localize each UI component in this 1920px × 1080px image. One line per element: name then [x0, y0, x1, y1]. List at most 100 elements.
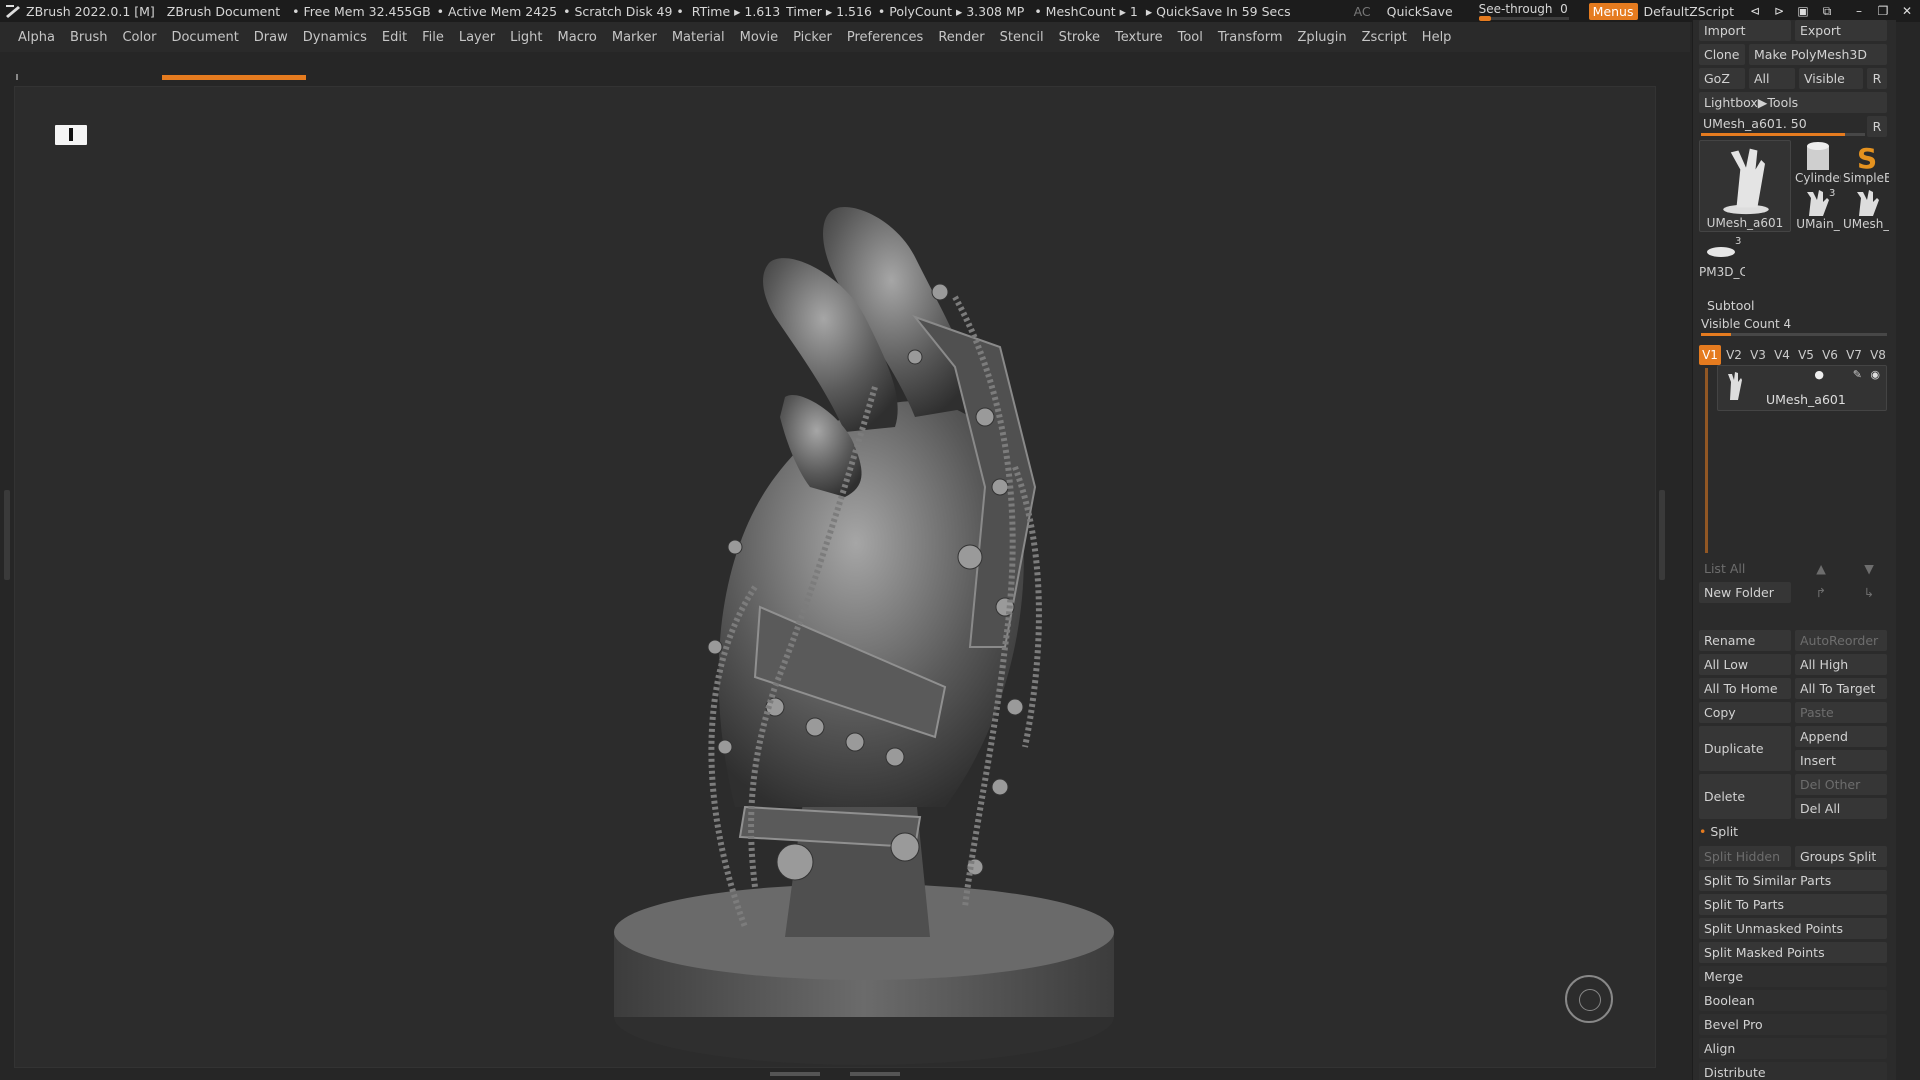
quicksave-button[interactable]: QuickSave	[1387, 4, 1453, 19]
goz-button[interactable]: GoZ	[1699, 68, 1745, 89]
current-tool-slider[interactable]	[1701, 133, 1865, 136]
tool-thumb-simpleb[interactable]: S SimpleB	[1843, 140, 1889, 186]
groups-split-button[interactable]: Groups Split	[1795, 846, 1887, 867]
menu-render[interactable]: Render	[938, 30, 984, 45]
tool-thumb-umesh[interactable]: UMesh_	[1843, 188, 1889, 232]
tab-v7[interactable]: V7	[1843, 345, 1865, 365]
del-other-button[interactable]: Del Other	[1795, 774, 1887, 795]
tab-v8[interactable]: V8	[1867, 345, 1889, 365]
merge-section-button[interactable]: Merge	[1699, 966, 1887, 987]
menu-file[interactable]: File	[422, 30, 444, 45]
tab-v2[interactable]: V2	[1723, 345, 1745, 365]
folder-in-icon[interactable]: ↱	[1811, 582, 1831, 603]
folder-out-icon[interactable]: ↳	[1859, 582, 1879, 603]
import-button[interactable]: Import	[1699, 20, 1791, 41]
distribute-section-button[interactable]: Distribute	[1699, 1062, 1887, 1080]
copy-button[interactable]: Copy	[1699, 702, 1791, 723]
autoreorder-button[interactable]: AutoReorder	[1795, 630, 1887, 651]
bottom-tray-handle[interactable]	[770, 1070, 900, 1078]
document-canvas[interactable]	[14, 86, 1656, 1068]
split-unmasked-button[interactable]: Split Unmasked Points	[1699, 918, 1887, 939]
goz-all-button[interactable]: All	[1749, 68, 1795, 89]
goz-r-button[interactable]: R	[1867, 68, 1887, 89]
insert-button[interactable]: Insert	[1795, 750, 1887, 771]
minimize-icon[interactable]: –	[1852, 4, 1866, 18]
window-layout-icon[interactable]: ▣	[1796, 4, 1810, 18]
list-all-button[interactable]: List All	[1699, 558, 1791, 579]
append-button[interactable]: Append	[1795, 726, 1887, 747]
menu-light[interactable]: Light	[510, 30, 542, 45]
menu-preferences[interactable]: Preferences	[847, 30, 923, 45]
subtool-header[interactable]: Subtool	[1707, 298, 1754, 313]
menu-stencil[interactable]: Stencil	[1000, 30, 1044, 45]
del-all-button[interactable]: Del All	[1795, 798, 1887, 819]
clone-button[interactable]: Clone	[1699, 44, 1745, 65]
tool-thumb-umesh-a601[interactable]: UMesh_a601	[1699, 140, 1791, 232]
align-section-button[interactable]: Align	[1699, 1038, 1887, 1059]
split-to-parts-button[interactable]: Split To Parts	[1699, 894, 1887, 915]
all-to-target-button[interactable]: All To Target	[1795, 678, 1887, 699]
menu-texture[interactable]: Texture	[1115, 30, 1163, 45]
maximize-icon[interactable]: ❐	[1876, 4, 1890, 18]
bevel-pro-section-button[interactable]: Bevel Pro	[1699, 1014, 1887, 1035]
lightbox-tools-button[interactable]: Lightbox▶Tools	[1699, 92, 1887, 113]
window-swap-icon[interactable]: ⧉	[1820, 4, 1834, 18]
all-to-home-button[interactable]: All To Home	[1699, 678, 1791, 699]
layout-right-icon[interactable]: ⊳	[1772, 4, 1786, 18]
tool-thumb-cylinder[interactable]: Cylinder	[1795, 140, 1841, 186]
split-hidden-button[interactable]: Split Hidden	[1699, 846, 1791, 867]
move-down-icon[interactable]: ▼	[1859, 558, 1879, 579]
menu-draw[interactable]: Draw	[254, 30, 288, 45]
menu-movie[interactable]: Movie	[740, 30, 778, 45]
new-folder-button[interactable]: New Folder	[1699, 582, 1791, 603]
split-masked-button[interactable]: Split Masked Points	[1699, 942, 1887, 963]
menu-edit[interactable]: Edit	[382, 30, 407, 45]
menu-document[interactable]: Document	[171, 30, 238, 45]
all-low-button[interactable]: All Low	[1699, 654, 1791, 675]
tab-v6[interactable]: V6	[1819, 345, 1841, 365]
layout-left-icon[interactable]: ⊲	[1748, 4, 1762, 18]
tool-thumb-pm3d[interactable]: 3 PM3D_C	[1699, 236, 1745, 280]
navigation-gizmo-icon[interactable]	[1565, 975, 1613, 1023]
menu-dynamics[interactable]: Dynamics	[303, 30, 367, 45]
boolean-section-button[interactable]: Boolean	[1699, 990, 1887, 1011]
subtool-list-scrollbar[interactable]	[1705, 368, 1708, 553]
brush-edit-icon[interactable]: ✎	[1853, 368, 1862, 381]
ac-toggle[interactable]: AC	[1354, 4, 1371, 19]
menu-brush[interactable]: Brush	[70, 30, 108, 45]
menu-picker[interactable]: Picker	[793, 30, 832, 45]
right-tray-handle[interactable]	[1659, 490, 1665, 580]
menu-color[interactable]: Color	[122, 30, 156, 45]
close-icon[interactable]: ✕	[1900, 4, 1914, 18]
menu-material[interactable]: Material	[672, 30, 725, 45]
visible-count-slider[interactable]	[1701, 333, 1887, 336]
menus-toggle-button[interactable]: Menus	[1588, 2, 1638, 20]
all-high-button[interactable]: All High	[1795, 654, 1887, 675]
tab-v1[interactable]: V1	[1699, 345, 1721, 365]
polypaint-toggle-icon[interactable]: ●	[1814, 368, 1824, 381]
split-section-header[interactable]: • Split	[1699, 824, 1738, 839]
delete-button[interactable]: Delete	[1699, 774, 1791, 819]
menu-layer[interactable]: Layer	[459, 30, 495, 45]
current-tool-r-button[interactable]: R	[1867, 116, 1887, 137]
menu-help[interactable]: Help	[1422, 30, 1452, 45]
make-polymesh-button[interactable]: Make PolyMesh3D	[1749, 44, 1887, 65]
menu-zscript[interactable]: Zscript	[1362, 30, 1407, 45]
see-through-knob[interactable]	[1478, 16, 1491, 21]
menu-stroke[interactable]: Stroke	[1059, 30, 1100, 45]
mechanical-hand-model[interactable]	[15, 87, 1656, 1068]
paste-button[interactable]: Paste	[1795, 702, 1887, 723]
menu-macro[interactable]: Macro	[558, 30, 597, 45]
menu-zplugin[interactable]: Zplugin	[1298, 30, 1347, 45]
menu-tool[interactable]: Tool	[1178, 30, 1203, 45]
tab-v3[interactable]: V3	[1747, 345, 1769, 365]
duplicate-button[interactable]: Duplicate	[1699, 726, 1791, 771]
tab-v4[interactable]: V4	[1771, 345, 1793, 365]
see-through-slider[interactable]: See-through 0	[1478, 0, 1571, 22]
left-tray-handle[interactable]	[4, 490, 10, 580]
export-button[interactable]: Export	[1795, 20, 1887, 41]
tab-v5[interactable]: V5	[1795, 345, 1817, 365]
eye-visibility-icon[interactable]: ◉	[1870, 368, 1880, 381]
default-zscript-button[interactable]: DefaultZScript	[1644, 4, 1735, 19]
rename-button[interactable]: Rename	[1699, 630, 1791, 651]
